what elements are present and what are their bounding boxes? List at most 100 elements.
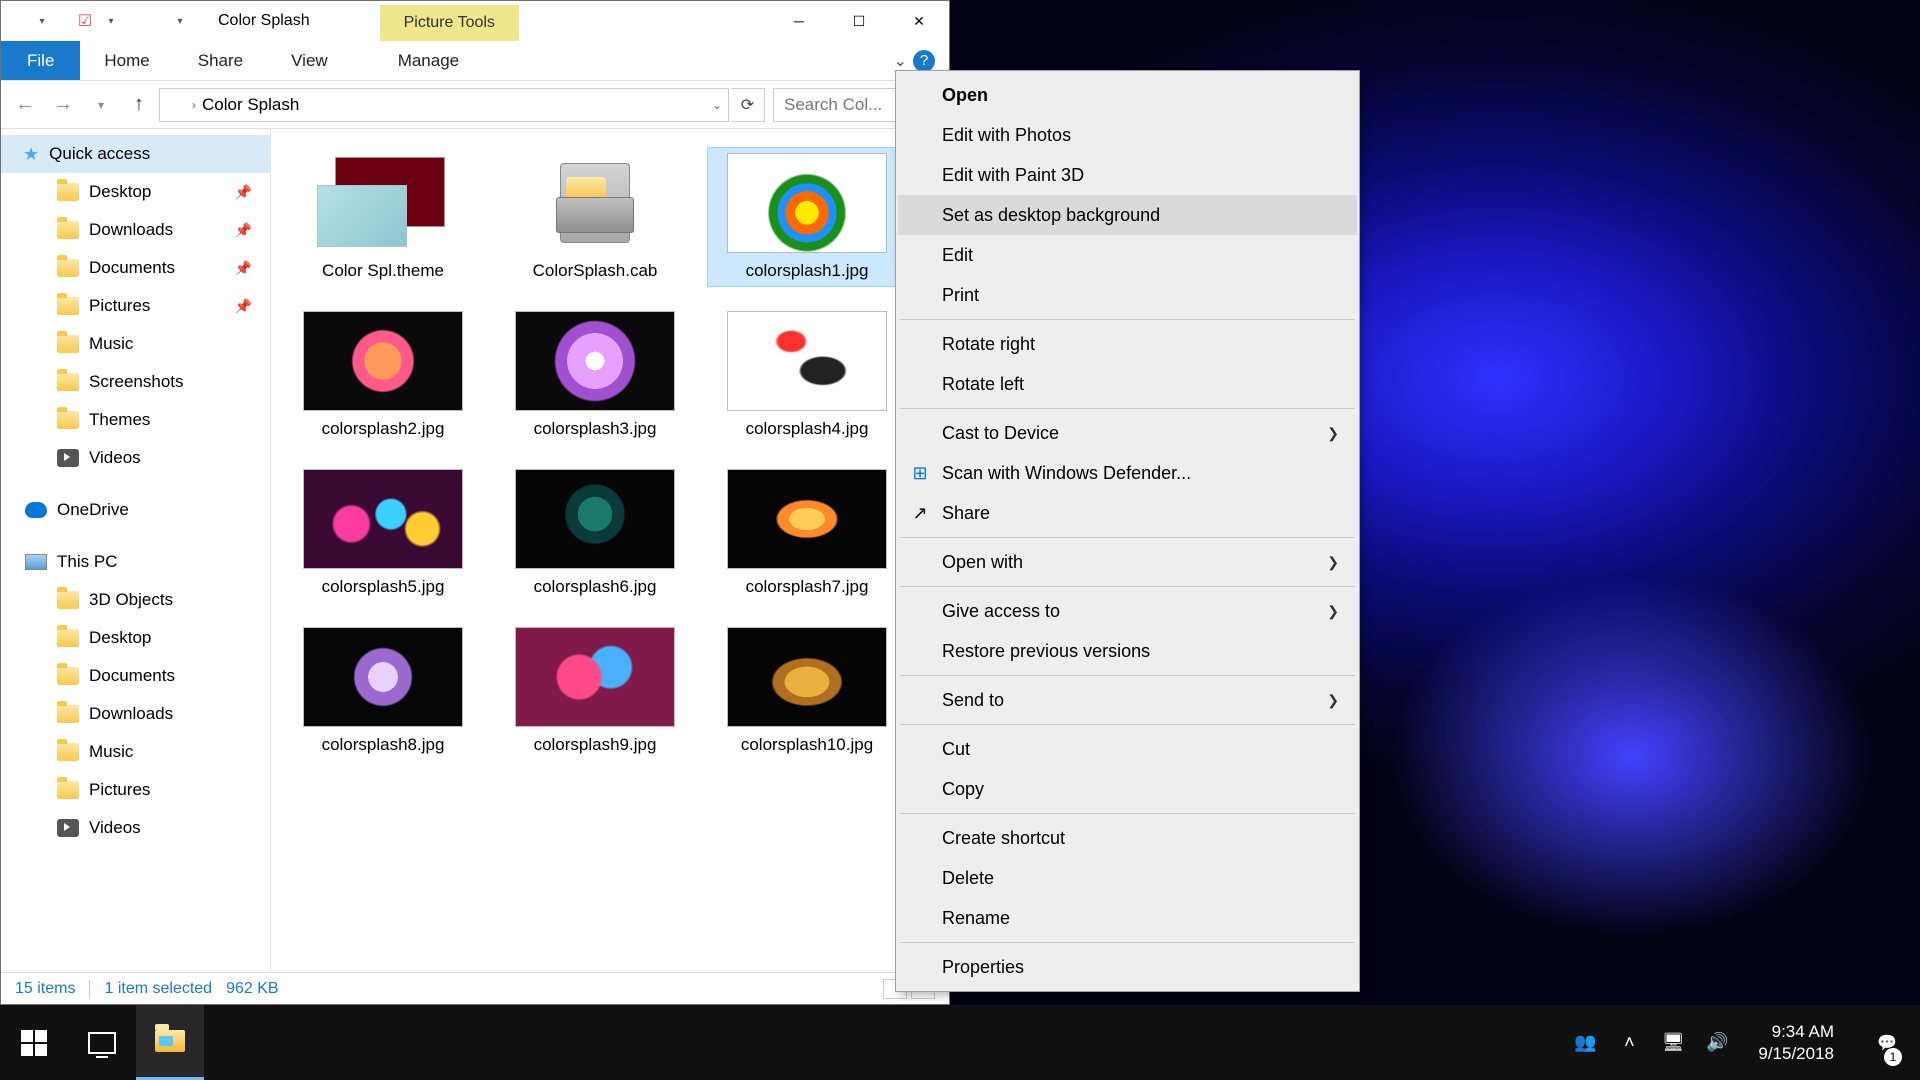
sidebar-item-this-pc[interactable]: This PC xyxy=(1,543,270,581)
chevron-down-icon[interactable]: ⌄ xyxy=(712,98,722,112)
people-icon[interactable]: 👥 xyxy=(1572,1030,1598,1056)
menu-create-shortcut[interactable]: Create shortcut xyxy=(898,818,1357,858)
volume-icon[interactable]: 🔊 xyxy=(1704,1030,1730,1056)
sidebar-item-pictures[interactable]: Pictures📌 xyxy=(1,287,270,325)
chevron-right-icon[interactable]: › xyxy=(192,98,196,112)
menu-share[interactable]: ↗Share xyxy=(898,493,1357,533)
file-item[interactable]: colorsplash10.jpg xyxy=(707,621,907,761)
folder-icon xyxy=(57,743,79,761)
menu-give-access-to[interactable]: Give access to❯ xyxy=(898,591,1357,631)
properties-icon[interactable]: ☑ xyxy=(74,10,96,32)
file-list[interactable]: Color Spl.themeColorSplash.cabcolorsplas… xyxy=(271,129,949,972)
network-icon[interactable]: 🖥 xyxy=(1660,1030,1686,1056)
tab-share[interactable]: Share xyxy=(174,41,267,80)
close-button[interactable]: ✕ xyxy=(889,1,949,41)
recent-locations-icon[interactable]: ▾ xyxy=(83,87,119,123)
file-item[interactable]: Color Spl.theme xyxy=(283,147,483,287)
sidebar-item-screenshots[interactable]: Screenshots xyxy=(1,363,270,401)
ribbon-expand-icon[interactable]: ⌄ xyxy=(894,51,907,71)
sidebar-item-quick-access[interactable]: ★Quick access xyxy=(1,135,270,173)
task-view-button[interactable] xyxy=(68,1005,136,1080)
menu-restore-versions[interactable]: Restore previous versions xyxy=(898,631,1357,671)
minimize-button[interactable]: ─ xyxy=(769,1,829,41)
menu-rename[interactable]: Rename xyxy=(898,898,1357,938)
menu-cut[interactable]: Cut xyxy=(898,729,1357,769)
tab-file[interactable]: File xyxy=(1,41,80,80)
taskbar: 👥 ˄ 🖥 🔊 9:34 AM 9/15/2018 💬 1 xyxy=(0,1005,1920,1080)
menu-separator xyxy=(900,813,1355,814)
sidebar-item-themes[interactable]: Themes xyxy=(1,401,270,439)
menu-scan-defender[interactable]: ⊞Scan with Windows Defender... xyxy=(898,453,1357,493)
tab-manage[interactable]: Manage xyxy=(374,41,483,80)
contextual-tab-label[interactable]: Picture Tools xyxy=(380,5,519,41)
file-name: colorsplash8.jpg xyxy=(322,735,445,755)
maximize-button[interactable]: ☐ xyxy=(829,1,889,41)
sidebar-item-music[interactable]: Music xyxy=(1,325,270,363)
menu-edit-photos[interactable]: Edit with Photos xyxy=(898,115,1357,155)
file-item[interactable]: colorsplash4.jpg xyxy=(707,305,907,445)
qat-more-icon[interactable]: ▾ xyxy=(100,10,122,32)
menu-edit-paint3d[interactable]: Edit with Paint 3D xyxy=(898,155,1357,195)
menu-properties[interactable]: Properties xyxy=(898,947,1357,987)
breadcrumb[interactable]: Color Splash xyxy=(202,95,299,115)
folder-icon xyxy=(57,297,79,315)
sidebar-item-desktop[interactable]: Desktop📌 xyxy=(1,173,270,211)
file-item[interactable]: colorsplash1.jpg xyxy=(707,147,907,287)
file-item[interactable]: colorsplash5.jpg xyxy=(283,463,483,603)
up-button[interactable]: ↑ xyxy=(121,87,157,123)
file-item[interactable]: colorsplash7.jpg xyxy=(707,463,907,603)
menu-set-desktop-background[interactable]: Set as desktop background xyxy=(898,195,1357,235)
file-item[interactable]: colorsplash3.jpg xyxy=(495,305,695,445)
sidebar-item-videos[interactable]: Videos xyxy=(1,439,270,477)
file-thumbnail xyxy=(727,311,887,411)
file-name: colorsplash5.jpg xyxy=(322,577,445,597)
menu-cast-to-device[interactable]: Cast to Device❯ xyxy=(898,413,1357,453)
forward-button[interactable]: → xyxy=(45,87,81,123)
tab-home[interactable]: Home xyxy=(80,41,173,80)
sidebar-item-pictures[interactable]: Pictures xyxy=(1,771,270,809)
qat-dropdown-icon[interactable]: ▾ xyxy=(31,10,53,32)
start-button[interactable] xyxy=(0,1005,68,1080)
help-icon[interactable]: ? xyxy=(913,50,935,72)
sidebar-item-desktop[interactable]: Desktop xyxy=(1,619,270,657)
sidebar-item-3d-objects[interactable]: 3D Objects xyxy=(1,581,270,619)
action-center-button[interactable]: 💬 1 xyxy=(1862,1005,1912,1080)
folder-icon xyxy=(143,10,165,32)
menu-copy[interactable]: Copy xyxy=(898,769,1357,809)
menu-edit[interactable]: Edit xyxy=(898,235,1357,275)
sidebar-item-label: Pictures xyxy=(89,296,150,316)
file-item[interactable]: ColorSplash.cab xyxy=(495,147,695,287)
file-item[interactable]: colorsplash6.jpg xyxy=(495,463,695,603)
sidebar-item-documents[interactable]: Documents xyxy=(1,657,270,695)
menu-rotate-right[interactable]: Rotate right xyxy=(898,324,1357,364)
address-bar[interactable]: › Color Splash ⌄ xyxy=(159,88,729,122)
chevron-right-icon: ❯ xyxy=(1327,692,1339,709)
pc-icon xyxy=(25,554,47,570)
qat-customize-icon[interactable]: ▾ xyxy=(169,10,191,32)
sidebar-item-onedrive[interactable]: OneDrive xyxy=(1,491,270,529)
tray-overflow-icon[interactable]: ˄ xyxy=(1616,1030,1642,1056)
sidebar-item-downloads[interactable]: Downloads xyxy=(1,695,270,733)
file-item[interactable]: colorsplash8.jpg xyxy=(283,621,483,761)
menu-rotate-left[interactable]: Rotate left xyxy=(898,364,1357,404)
refresh-button[interactable]: ⟳ xyxy=(731,88,765,122)
menu-open-with[interactable]: Open with❯ xyxy=(898,542,1357,582)
file-item[interactable]: colorsplash9.jpg xyxy=(495,621,695,761)
folder-icon xyxy=(57,373,79,391)
sidebar-item-downloads[interactable]: Downloads📌 xyxy=(1,211,270,249)
menu-send-to[interactable]: Send to❯ xyxy=(898,680,1357,720)
tab-view[interactable]: View xyxy=(267,41,352,80)
sidebar-item-videos[interactable]: Videos xyxy=(1,809,270,847)
back-button[interactable]: ← xyxy=(7,87,43,123)
titlebar[interactable]: ▾ ☑ ▾ ▾ Color Splash Picture Tools ─ ☐ ✕ xyxy=(1,1,949,41)
file-item[interactable]: colorsplash2.jpg xyxy=(283,305,483,445)
menu-delete[interactable]: Delete xyxy=(898,858,1357,898)
clock[interactable]: 9:34 AM 9/15/2018 xyxy=(1748,1021,1844,1064)
menu-open[interactable]: Open xyxy=(898,75,1357,115)
menu-print[interactable]: Print xyxy=(898,275,1357,315)
window-title: Color Splash xyxy=(212,1,310,41)
sidebar-item-music[interactable]: Music xyxy=(1,733,270,771)
pin-icon: 📌 xyxy=(235,260,252,277)
taskbar-file-explorer[interactable] xyxy=(136,1005,204,1080)
sidebar-item-documents[interactable]: Documents📌 xyxy=(1,249,270,287)
